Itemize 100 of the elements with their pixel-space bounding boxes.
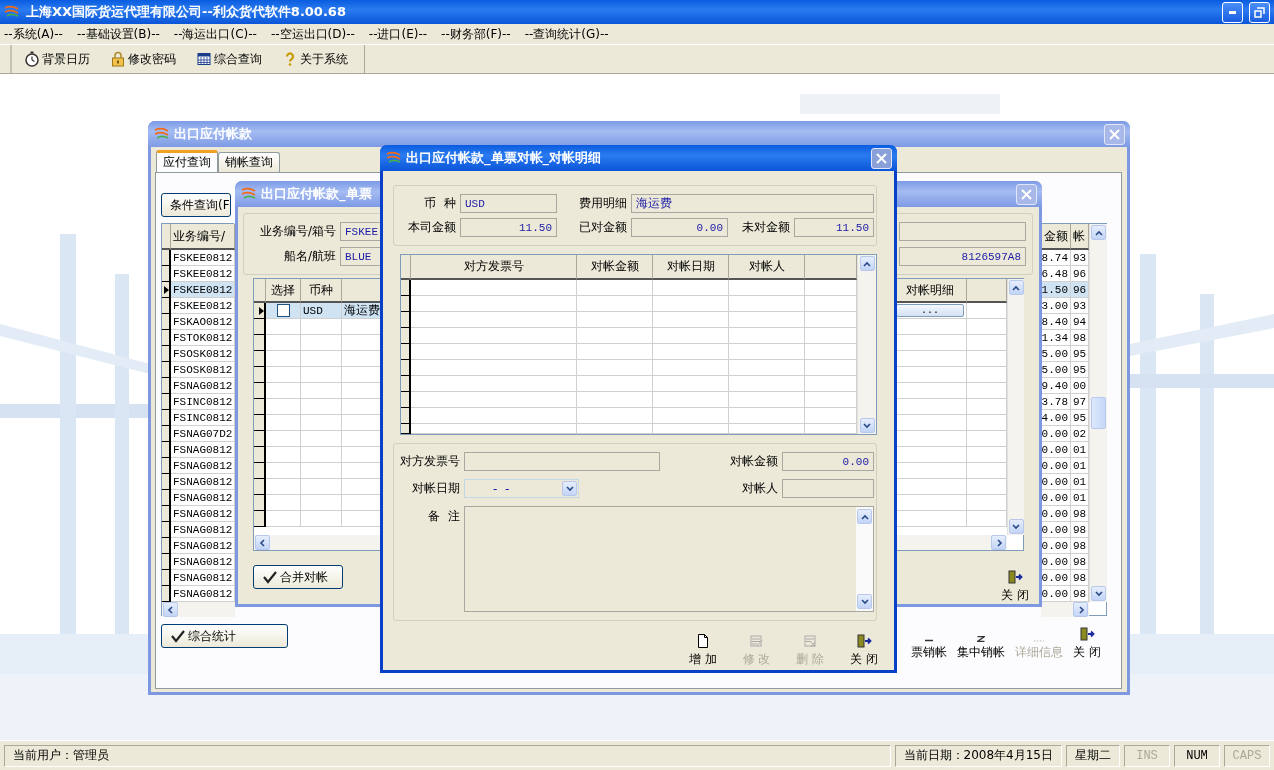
table-cell: FSNAG0812 — [171, 586, 235, 602]
statistics-button[interactable]: 综合统计 — [161, 624, 288, 648]
key-indicator: CAPS — [1224, 744, 1270, 767]
text-field[interactable] — [464, 452, 660, 471]
toolbar-button[interactable]: 背景日历 — [18, 48, 96, 70]
row-header-cell — [254, 511, 266, 527]
scrollbar[interactable] — [894, 535, 1007, 550]
scroll-down-button[interactable] — [1008, 519, 1024, 534]
table-cell: FSKEE0812 — [171, 298, 235, 314]
door-arrow-icon — [1079, 626, 1096, 642]
table-cell: 8.40 — [1041, 314, 1071, 330]
table-cell — [967, 479, 1007, 495]
toolbar-button[interactable]: 关于系统 — [276, 48, 354, 70]
table-cell — [266, 383, 301, 399]
table-cell — [301, 511, 342, 527]
scroll-left-button[interactable] — [163, 602, 178, 617]
checkbox[interactable] — [276, 304, 290, 317]
menu-item[interactable]: --海运出口(C)-- — [173, 25, 257, 43]
table-cell: 97 — [1071, 394, 1089, 410]
scroll-up-button[interactable] — [1091, 225, 1106, 240]
table-cell — [301, 399, 342, 415]
close-action-button[interactable]: 关 闭 — [1001, 569, 1029, 604]
action-button[interactable]: 关 闭 — [1073, 626, 1101, 661]
row-header-cell — [162, 442, 171, 458]
scrollbar[interactable] — [1041, 602, 1089, 617]
table-cell: 98 — [1071, 522, 1089, 538]
toolbar-button[interactable]: 综合查询 — [190, 48, 268, 70]
scroll-up-button[interactable] — [1008, 280, 1024, 295]
menu-item[interactable]: --查询统计(G)-- — [524, 25, 609, 43]
table-cell: 6.48 — [1041, 266, 1071, 282]
action-button[interactable]: 票销帐 — [911, 626, 948, 661]
scroll-down-button[interactable] — [1091, 586, 1106, 601]
scrollbar[interactable] — [1089, 224, 1107, 602]
note-field[interactable] — [464, 506, 874, 612]
tab[interactable]: 销帐查询 — [218, 152, 280, 172]
close-button[interactable] — [871, 147, 892, 169]
menu-item[interactable]: --系统(A)-- — [4, 25, 63, 43]
date-picker[interactable]: - - — [464, 479, 579, 498]
table-cell: 01 — [1071, 458, 1089, 474]
scroll-left-button[interactable] — [255, 535, 270, 550]
menu-item[interactable]: --财务部(F)-- — [441, 25, 511, 43]
check-icon — [170, 628, 186, 644]
scrollbar[interactable] — [162, 602, 235, 617]
text-field[interactable] — [782, 479, 874, 498]
table-cell — [967, 383, 1007, 399]
table-cell: FSKEE0812 — [171, 266, 235, 282]
column-header: 对帐人 — [729, 255, 805, 280]
text-field[interactable]: BLUE — [340, 247, 382, 266]
text-field[interactable]: 11.50 — [460, 218, 557, 237]
menu-item[interactable]: --进口(E)-- — [368, 25, 428, 43]
toolbar-button[interactable]: 修改密码 — [104, 48, 182, 70]
field-label: 业务编号/箱号 — [258, 223, 336, 240]
scroll-down-button[interactable] — [857, 594, 872, 609]
field-label: 已对金额 — [578, 219, 627, 236]
text-field[interactable]: FSKEE — [340, 222, 382, 241]
close-icon — [1021, 188, 1032, 200]
table-cell: 4.00 — [1041, 410, 1071, 426]
scroll-right-button[interactable] — [991, 535, 1006, 550]
table-cell: 95 — [1071, 362, 1089, 378]
table-cell — [266, 415, 301, 431]
text-field[interactable]: 0.00 — [782, 452, 874, 471]
text-field[interactable]: 0.00 — [631, 218, 728, 237]
ellipsis-button[interactable]: ... — [896, 304, 964, 317]
table-cell — [301, 335, 342, 351]
scrollbar[interactable] — [857, 255, 876, 434]
row-header-cell — [162, 410, 171, 426]
scrollbar[interactable] — [856, 507, 873, 611]
table-cell: 98 — [1071, 554, 1089, 570]
restore-icon — [1254, 6, 1265, 18]
query-button[interactable]: 条件查询(F — [161, 193, 231, 217]
action-button[interactable]: 集中销帐 — [957, 626, 1006, 661]
scrollbar[interactable] — [1007, 279, 1024, 535]
action-button[interactable]: 关 闭 — [850, 633, 878, 668]
table-cell: FSKEE0812 — [171, 282, 235, 298]
text-field[interactable]: USD — [460, 194, 557, 213]
table-cell: 96 — [1071, 282, 1089, 298]
row-header-cell — [401, 424, 411, 434]
scroll-up-button[interactable] — [857, 509, 872, 524]
menu-item[interactable]: --空运出口(D)-- — [270, 25, 355, 43]
table-cell — [967, 335, 1007, 351]
row-header-cell — [254, 463, 266, 479]
merge-button[interactable]: 合并对帐 — [253, 565, 343, 589]
minimize-button[interactable] — [1222, 1, 1243, 23]
text-field[interactable] — [899, 222, 1026, 241]
table-cell — [967, 511, 1007, 527]
text-field[interactable]: 8126597A8 — [899, 247, 1026, 266]
scroll-right-button[interactable] — [1073, 602, 1088, 617]
text-field[interactable]: 11.50 — [794, 218, 874, 237]
table-cell: FSINC0812 — [171, 410, 235, 426]
action-button[interactable]: 增 加 — [688, 633, 717, 668]
scroll-down-button[interactable] — [859, 418, 875, 433]
scroll-thumb[interactable] — [1091, 397, 1106, 429]
tab[interactable]: 应付查询 — [156, 150, 218, 172]
restore-button[interactable] — [1249, 1, 1270, 23]
scroll-up-button[interactable] — [859, 256, 875, 271]
text-field[interactable]: 海运费 — [631, 194, 874, 213]
menu-item[interactable]: --基础设置(B)-- — [76, 25, 160, 43]
dropdown-button[interactable] — [562, 481, 577, 496]
table-cell — [805, 408, 857, 424]
table-cell: 94 — [1071, 314, 1089, 330]
